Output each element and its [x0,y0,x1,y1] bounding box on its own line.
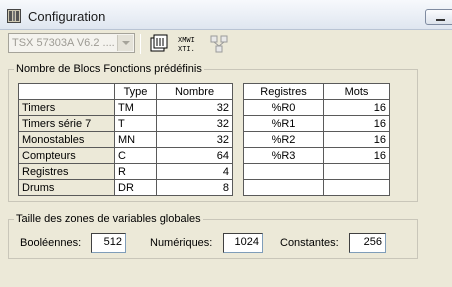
module-button[interactable] [148,34,170,54]
mots-cell[interactable]: 16 [323,115,390,132]
table-row: Monostables MN 32 [18,131,233,148]
registres-header-mots: Mots [323,83,390,100]
app-icon [7,9,21,23]
type-cell: T [114,115,157,132]
minimize-button[interactable] [425,9,452,25]
type-cell: MN [114,131,157,148]
booleennes-input[interactable]: 512 [91,233,126,253]
type-cell: TM [114,99,157,116]
row-label: Compteurs [18,147,115,164]
blocs-header-nombre: Nombre [156,83,233,100]
table-row: %R2 16 [243,131,390,148]
table-row: Timers série 7 T 32 [18,115,233,132]
mots-cell[interactable]: 16 [323,131,390,148]
table-row: Drums DR 8 [18,179,233,196]
toolbar: TSX 57303A V6.2 .... XMWI XTI. [0,30,452,57]
booleennes-label: Booléennes: [20,237,82,249]
network-button[interactable] [208,34,230,54]
blocs-header-type: Type [114,83,157,100]
count-cell[interactable]: 64 [156,147,233,164]
count-cell[interactable]: 32 [156,115,233,132]
count-cell[interactable]: 8 [156,179,233,196]
type-cell: C [114,147,157,164]
table-row: %R0 16 [243,99,390,116]
constantes-input[interactable]: 256 [349,233,386,253]
module-icon [150,34,168,52]
row-label: Timers [18,99,115,116]
title-bar: Configuration [0,0,452,30]
register-cell: %R1 [243,115,324,132]
count-cell[interactable]: 4 [156,163,233,180]
register-cell [243,179,324,196]
table-row: Timers TM 32 [18,99,233,116]
svg-text:XTI.: XTI. [178,46,195,54]
table-row: Registres R 4 [18,163,233,180]
mots-cell[interactable] [323,179,390,196]
table-row [243,179,390,196]
mots-cell[interactable] [323,163,390,180]
zones-legend: Taille des zones de variables globales [14,213,203,225]
svg-text:XMWI: XMWI [178,37,195,45]
toolbar-separator [140,34,141,54]
row-label: Drums [18,179,115,196]
chevron-down-icon[interactable] [117,35,133,51]
blocs-table: Type Nombre Timers TM 32 Timers série 7 … [18,83,233,196]
row-label: Monostables [18,131,115,148]
table-row: %R3 16 [243,147,390,164]
constantes-label: Constantes: [280,237,339,249]
window-title: Configuration [28,9,106,24]
mots-cell[interactable]: 16 [323,99,390,116]
register-cell: %R2 [243,131,324,148]
registres-table: Registres Mots %R0 16 %R1 16 %R2 16 %R3 … [243,83,390,196]
zones-fields: Booléennes: 512 Numériques: 1024 Constan… [20,232,440,254]
row-label: Registres [18,163,115,180]
register-cell: %R3 [243,147,324,164]
registres-header-reg: Registres [243,83,324,100]
register-cell: %R0 [243,99,324,116]
processor-combo-value: TSX 57303A V6.2 .... [12,37,115,49]
register-cell [243,163,324,180]
variables-button[interactable]: XMWI XTI. [177,34,201,54]
blocs-header-name [18,83,115,100]
count-cell[interactable]: 32 [156,99,233,116]
blocs-header-row: Type Nombre [18,83,233,100]
registres-header-row: Registres Mots [243,83,390,100]
type-cell: R [114,163,157,180]
blocs-legend: Nombre de Blocs Fonctions prédéfinis [14,63,204,75]
count-cell[interactable]: 32 [156,131,233,148]
network-icon [210,35,228,53]
mots-cell[interactable]: 16 [323,147,390,164]
variables-icon: XMWI XTI. [178,37,195,54]
table-row: %R1 16 [243,115,390,132]
numeriques-label: Numériques: [150,237,213,249]
row-label: Timers série 7 [18,115,115,132]
table-row [243,163,390,180]
processor-combo[interactable]: TSX 57303A V6.2 .... [8,33,135,53]
numeriques-input[interactable]: 1024 [223,233,263,253]
type-cell: DR [114,179,157,196]
table-row: Compteurs C 64 [18,147,233,164]
